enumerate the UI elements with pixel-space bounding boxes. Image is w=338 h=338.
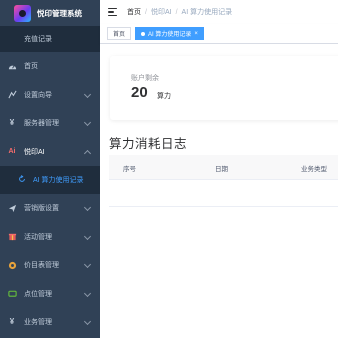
sidebar-item-label: 业务管理: [24, 319, 52, 327]
sidebar-item-label: 服务器管理: [24, 120, 59, 128]
close-icon[interactable]: ×: [194, 31, 198, 37]
chevron-down-icon: [83, 289, 92, 297]
breadcrumb-current: AI 算力使用记录: [181, 9, 233, 16]
chevron-down-icon: [83, 90, 92, 98]
ai-icon: Ai: [8, 148, 16, 156]
sidebar-item-label: 点位管理: [24, 290, 52, 298]
navbar: 首页 / 悦印AI / AI 算力使用记录: [100, 0, 338, 24]
send-icon: [7, 203, 17, 213]
sidebar-item-label: 价目表管理: [24, 262, 59, 270]
breadcrumb-separator: /: [145, 8, 147, 16]
balance-card: 账户剩余 20 算力: [110, 56, 338, 120]
chevron-down-icon: [83, 204, 92, 212]
chevron-down-icon: [83, 318, 92, 326]
column-header-index: 序号: [123, 166, 136, 173]
breadcrumb-home[interactable]: 首页: [127, 7, 141, 17]
sidebar-item-business[interactable]: ¥ 业务管理: [0, 308, 100, 337]
sidebar-item-label: 活动管理: [24, 233, 52, 241]
log-title: 算力消耗日志: [109, 137, 188, 151]
sidebar-subitem-label: AI 算力使用记录: [33, 177, 84, 184]
guide-icon: [7, 90, 17, 100]
chevron-down-icon: [83, 232, 92, 240]
column-header-date: 日期: [215, 166, 228, 173]
brand-logo-icon: [14, 4, 31, 22]
tag-home[interactable]: 首页: [107, 27, 132, 40]
tag-current[interactable]: AI 算力使用记录 ×: [135, 27, 204, 40]
balance-unit: 算力: [157, 93, 171, 100]
yen-icon: ¥: [9, 118, 15, 128]
sidebar-item-activity[interactable]: 活动管理: [0, 223, 100, 252]
sidebar-item-price[interactable]: 价目表管理: [0, 251, 100, 280]
active-dot-icon: [141, 31, 146, 36]
sidebar-item-home[interactable]: 首页: [0, 52, 100, 81]
sidebar-item-ai[interactable]: Ai 悦印AI: [0, 138, 100, 167]
sidebar-item-label: 设置向导: [24, 91, 52, 99]
tag-label: AI 算力使用记录: [148, 32, 192, 38]
tags-view: 首页 AI 算力使用记录 ×: [100, 24, 338, 44]
sidebar: 悦印管理系统 充值记录 首页 设置向导 ¥ 服务器管理 Ai 悦印AI AI 算…: [0, 0, 100, 338]
table-body: [109, 180, 338, 207]
sidebar-item-location[interactable]: 点位管理: [0, 280, 100, 309]
sidebar-item-marketing[interactable]: 营销版设置: [0, 194, 100, 223]
chevron-up-icon: [83, 149, 92, 157]
sidebar-item-recharge[interactable]: 充值记录: [0, 26, 100, 52]
log-table: 序号 日期 业务类型: [109, 155, 338, 207]
sidebar-item-label: 首页: [24, 63, 38, 71]
column-header-type: 业务类型: [301, 166, 327, 173]
dashboard-icon: [7, 61, 17, 71]
refresh-icon: [18, 175, 28, 185]
balance-label: 账户剩余: [131, 75, 159, 82]
table-header: 序号 日期 业务类型: [109, 155, 338, 180]
app-root: 悦印管理系统 充值记录 首页 设置向导 ¥ 服务器管理 Ai 悦印AI AI 算…: [0, 0, 338, 338]
sidebar-item-label: 悦印AI: [24, 148, 45, 156]
sidebar-item-server[interactable]: ¥ 服务器管理: [0, 109, 100, 138]
main-area: 首页 / 悦印AI / AI 算力使用记录 首页 AI 算力使用记录 × 账户剩…: [100, 0, 338, 338]
sidebar-subitem-ai-usage[interactable]: AI 算力使用记录: [0, 166, 100, 194]
breadcrumb-level1[interactable]: 悦印AI: [151, 7, 172, 17]
hamburger-icon[interactable]: [108, 8, 117, 16]
breadcrumb-separator: /: [175, 8, 178, 16]
sidebar-item-label: 充值记录: [24, 36, 52, 43]
chevron-down-icon: [83, 261, 92, 269]
location-icon: [7, 289, 17, 299]
tag-label: 首页: [113, 32, 126, 38]
gift-icon: [7, 232, 17, 242]
sidebar-item-guide[interactable]: 设置向导: [0, 81, 100, 110]
brand-title: 悦印管理系统: [37, 8, 82, 18]
sidebar-item-label: 营销版设置: [24, 205, 59, 213]
chevron-down-icon: [83, 119, 92, 127]
brand[interactable]: 悦印管理系统: [0, 0, 100, 26]
price-icon: [7, 260, 17, 270]
business-icon: ¥: [9, 317, 15, 327]
balance-value: 20: [131, 84, 148, 101]
